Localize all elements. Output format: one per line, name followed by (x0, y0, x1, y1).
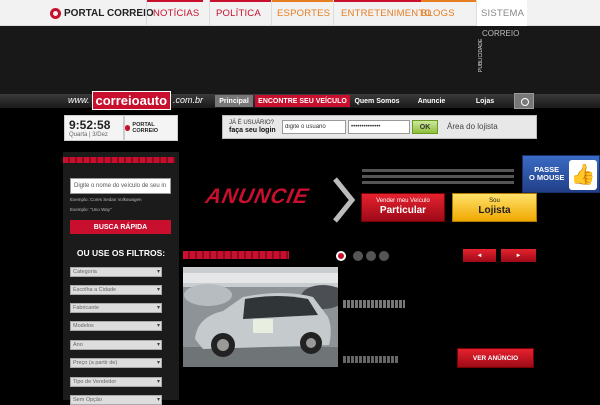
login-ok-button[interactable]: OK (412, 120, 438, 134)
nav-entretenimento[interactable]: ENTRETENIMENTO (341, 8, 432, 19)
facebook-like-widget[interactable]: PASSE O MOUSE 👍 (522, 155, 600, 193)
nav-stripe (271, 0, 333, 2)
search-panel: Digite o nome do veículo de seu in Exemp… (63, 152, 179, 405)
correioauto-logo[interactable]: www. correioauto .com.br (68, 90, 203, 110)
particular-button-title: Particular (379, 205, 427, 216)
featured-car-photo[interactable] (183, 267, 338, 367)
login-label-line2: faça seu login (229, 127, 276, 134)
clock-time: 9:52:58 (69, 118, 111, 132)
nav-noticias[interactable]: NOTÍCIAS (153, 8, 199, 19)
search-panel-title-graphic (63, 157, 175, 163)
filter-tipo-vendedor[interactable]: Tipo de Vendedor (70, 377, 162, 387)
search-example-1: Exemplo: Cores Sedan Volkswagen (70, 197, 142, 202)
particular-button-subtitle: Vender meu Veículo (376, 198, 430, 204)
nav-divider (146, 0, 147, 26)
chevron-right-icon (333, 177, 356, 223)
nav-divider (271, 0, 272, 26)
nav-divider (333, 0, 334, 26)
publicidade-label: PUBLICIDADE (478, 38, 484, 72)
busca-rapida-button[interactable]: BUSCA RÁPIDA (70, 220, 171, 234)
logo-circle-icon (50, 7, 61, 19)
promo-text (362, 166, 514, 184)
nav-stripe (147, 0, 203, 2)
logo-suffix: .com.br (173, 95, 204, 105)
clock-date: Quarta | 3/Dez (69, 132, 108, 138)
clock-widget: 9:52:58 Quarta | 3/Dez (64, 115, 124, 141)
featured-car-description (343, 300, 405, 308)
nav-stripe (209, 0, 271, 2)
nav-stripe (421, 0, 476, 2)
passe-line2: O MOUSE (529, 173, 565, 182)
login-bar: JÁ É USUÁRIO? faça seu login OK Área do … (222, 115, 537, 139)
logo-circle-icon (125, 125, 131, 131)
filter-ano[interactable]: Ano (70, 340, 162, 350)
featured-title (183, 251, 289, 259)
carousel-dot[interactable] (353, 251, 363, 261)
carousel-prev-button[interactable]: ◄ (463, 249, 496, 262)
search-input[interactable]: Digite o nome do veículo de seu in (70, 178, 171, 194)
sistema-correio-label: CORREIO (482, 29, 520, 38)
lojista-button-title: Lojista (478, 205, 511, 216)
thumbs-up-icon: 👍 (569, 160, 597, 190)
clock-portal-logo: PORTAL CORREIO (124, 115, 178, 141)
filter-modelos[interactable]: Modelos (70, 321, 162, 331)
portal-correio-logo[interactable]: PORTAL CORREIO (50, 6, 154, 20)
search-panel-header (63, 155, 179, 165)
username-input[interactable] (282, 120, 346, 134)
login-label-line1: JÁ É USUÁRIO? (229, 120, 275, 126)
carousel-dot[interactable] (366, 251, 376, 261)
nav-sistema[interactable]: SISTEMA (477, 0, 527, 26)
carousel-dot-active[interactable] (336, 251, 346, 261)
particular-button[interactable]: Vender meu Veículo Particular (361, 193, 445, 222)
anuncie-banner[interactable]: ANUNCIE (203, 185, 312, 209)
carousel-next-button[interactable]: ► (501, 249, 536, 262)
passe-mouse-text: PASSE O MOUSE (529, 166, 564, 182)
featured-car-price (343, 356, 399, 363)
menu-encontre-veiculo[interactable]: ENCONTRE SEU VEÍCULO (255, 95, 350, 107)
area-lojista-link[interactable]: Área do lojista (447, 122, 498, 131)
logo-main: correioauto (91, 90, 172, 110)
filter-fabricante[interactable]: Fabricante (70, 303, 162, 313)
camera-icon[interactable] (514, 93, 534, 109)
search-example-2: Exemplo: "Uno Way" (70, 207, 112, 212)
filters-title: OU USE OS FILTROS: (76, 248, 166, 258)
lojista-button-subtitle: Sou (489, 198, 500, 204)
logo-prefix: www. (68, 95, 90, 105)
ver-anuncio-button[interactable]: VER ANÚNCIO (457, 348, 534, 368)
login-label: JÁ É USUÁRIO? faça seu login (229, 120, 276, 135)
menu-quem-somos[interactable]: Quem Somos (352, 95, 402, 107)
password-input[interactable] (348, 120, 410, 134)
carousel-dot[interactable] (379, 251, 389, 261)
nav-divider (209, 0, 210, 26)
menu-anuncie[interactable]: Anuncie (404, 95, 459, 107)
filter-preco[interactable]: Preço (a partir de) (70, 358, 162, 368)
nav-blogs[interactable]: BLOGS (421, 8, 455, 19)
clock-logo-text: PORTAL CORREIO (132, 122, 159, 134)
filter-cidade[interactable]: Escolha a Cidade (70, 285, 162, 295)
menu-principal[interactable]: Principal (215, 95, 253, 107)
nav-esportes[interactable]: ESPORTES (277, 8, 330, 19)
filter-categoria[interactable]: Categoria (70, 267, 162, 277)
nav-politica[interactable]: POLÍTICA (216, 8, 261, 19)
portal-correio-logo-text: PORTAL CORREIO (64, 7, 154, 19)
nav-stripe (333, 0, 421, 2)
menu-lojas[interactable]: Lojas (461, 95, 509, 107)
filter-sem-opcao[interactable]: Sem Opção (70, 395, 162, 405)
top-navigation: PORTAL CORREIO NOTÍCIAS POLÍTICA ESPORTE… (0, 0, 600, 26)
lojista-button[interactable]: Sou Lojista (452, 193, 537, 222)
